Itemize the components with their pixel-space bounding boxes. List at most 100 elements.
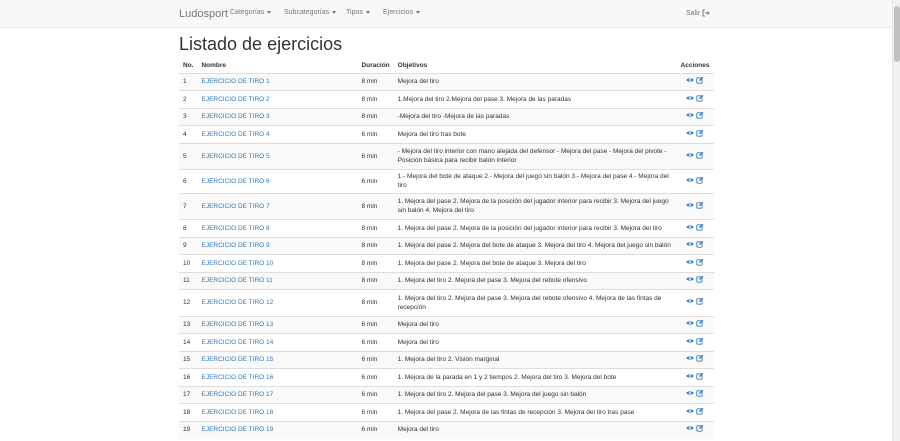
row-duration: 8 min: [357, 90, 394, 108]
row-objectives: 1. Mejora del pase 2. Mejora de la posic…: [393, 192, 676, 220]
exercise-name-link[interactable]: EJERCICIO DE TIRO 14: [201, 339, 273, 346]
view-eye-icon[interactable]: [686, 425, 694, 434]
row-number: 14: [179, 333, 198, 352]
row-actions: [676, 385, 714, 404]
exercise-name-link[interactable]: EJERCICIO DE TIRO 11: [201, 277, 272, 284]
edit-icon[interactable]: [696, 258, 704, 269]
view-eye-icon[interactable]: [686, 130, 694, 139]
view-eye-icon[interactable]: [686, 320, 694, 329]
edit-icon[interactable]: [696, 275, 704, 286]
row-number: 11: [179, 271, 198, 290]
view-eye-icon[interactable]: [686, 112, 694, 121]
row-name-cell: EJERCICIO DE TIRO 6: [197, 169, 358, 194]
row-name-cell: EJERCICIO DE TIRO 13: [197, 315, 358, 334]
view-eye-icon[interactable]: [686, 355, 694, 364]
exercise-name-link[interactable]: EJERCICIO DE TIRO 4: [201, 131, 269, 138]
edit-icon[interactable]: [696, 297, 704, 308]
edit-icon[interactable]: [696, 76, 704, 87]
edit-icon[interactable]: [696, 201, 704, 212]
exercise-name-link[interactable]: EJERCICIO DE TIRO 19: [201, 426, 273, 433]
view-eye-icon[interactable]: [686, 390, 694, 399]
view-eye-icon[interactable]: [686, 276, 694, 285]
header-acciones: Acciones: [676, 59, 714, 74]
exercise-name-link[interactable]: EJERCICIO DE TIRO 10: [201, 260, 273, 267]
row-objectives: 1. Mejora del tiro 2. Visión marginal: [393, 350, 676, 369]
exercise-name-link[interactable]: EJERCICIO DE TIRO 6: [201, 178, 269, 185]
edit-icon[interactable]: [696, 240, 704, 251]
menu-ejercicios[interactable]: Ejercicios: [383, 9, 420, 16]
logout-link[interactable]: Salir: [686, 9, 710, 17]
view-eye-icon[interactable]: [686, 241, 694, 250]
view-eye-icon[interactable]: [686, 259, 694, 268]
exercise-name-link[interactable]: EJERCICIO DE TIRO 2: [201, 96, 269, 103]
edit-icon[interactable]: [696, 111, 704, 122]
row-number: 16: [179, 368, 198, 387]
view-eye-icon[interactable]: [686, 77, 694, 86]
row-actions: [676, 169, 714, 194]
edit-icon[interactable]: [696, 424, 704, 435]
view-eye-icon[interactable]: [686, 373, 694, 382]
edit-icon[interactable]: [696, 176, 704, 187]
exercise-name-link[interactable]: EJERCICIO DE TIRO 16: [201, 374, 273, 381]
exercise-name-link[interactable]: EJERCICIO DE TIRO 18: [201, 409, 273, 416]
row-duration: 6 min: [357, 385, 394, 404]
exercise-name-link[interactable]: EJERCICIO DE TIRO 5: [201, 153, 269, 160]
row-objectives: 1.Mejora del tiro 2.Mejora del pase 3. M…: [393, 90, 676, 108]
view-eye-icon[interactable]: [686, 177, 694, 186]
row-name-cell: EJERCICIO DE TIRO 3: [197, 107, 358, 126]
menu-categorias-label: Categorías: [230, 9, 265, 16]
row-number: 2: [179, 90, 198, 108]
edit-icon[interactable]: [696, 94, 704, 105]
edit-icon[interactable]: [696, 129, 704, 140]
row-number: 7: [179, 192, 198, 220]
edit-icon[interactable]: [696, 372, 704, 383]
edit-icon[interactable]: [696, 354, 704, 365]
view-eye-icon[interactable]: [686, 298, 694, 307]
row-name-cell: EJERCICIO DE TIRO 19: [197, 420, 358, 439]
edit-icon[interactable]: [696, 337, 704, 348]
logout-label: Salir: [686, 9, 701, 17]
view-eye-icon[interactable]: [686, 338, 694, 347]
row-objectives: 1. Mejora del tiro 2. Mejora del pase 3.…: [393, 289, 676, 317]
view-eye-icon[interactable]: [686, 408, 694, 417]
exercise-name-link[interactable]: EJERCICIO DE TIRO 13: [201, 321, 273, 328]
edit-icon[interactable]: [696, 407, 704, 418]
row-actions: [676, 271, 714, 290]
menu-subcategorias[interactable]: Subcategorías: [284, 9, 337, 16]
page-title: Listado de ejercicios: [179, 34, 343, 54]
exercise-name-link[interactable]: EJERCICIO DE TIRO 15: [201, 356, 273, 363]
view-eye-icon[interactable]: [686, 224, 694, 233]
row-number: 1: [179, 72, 198, 91]
exercise-name-link[interactable]: EJERCICIO DE TIRO 7: [201, 203, 269, 210]
menu-tipos[interactable]: Tipos: [346, 9, 370, 16]
view-eye-icon[interactable]: [686, 152, 694, 161]
edit-icon[interactable]: [696, 151, 704, 162]
vertical-scrollbar[interactable]: [892, 0, 900, 441]
row-name-cell: EJERCICIO DE TIRO 10: [197, 254, 358, 273]
edit-icon[interactable]: [696, 223, 704, 234]
exercise-name-link[interactable]: EJERCICIO DE TIRO 9: [201, 242, 269, 249]
brand-logo-link[interactable]: Ludosport: [179, 8, 228, 20]
row-number: 9: [179, 236, 198, 255]
row-objectives: 1. Mejora de la parada en 1 y 2 tiempos …: [393, 368, 676, 387]
edit-icon[interactable]: [696, 319, 704, 330]
view-eye-icon[interactable]: [686, 202, 694, 211]
row-actions: [676, 72, 714, 91]
row-name-cell: EJERCICIO DE TIRO 18: [197, 403, 358, 422]
row-duration: 8 min: [357, 271, 394, 290]
top-navbar: Ludosport Categorías Subcategorías Tipos…: [0, 0, 892, 28]
exercise-name-link[interactable]: EJERCICIO DE TIRO 1: [201, 78, 269, 85]
row-objectives: Mejora del tiro: [393, 420, 676, 439]
scrollbar-thumb[interactable]: [894, 6, 900, 62]
edit-icon[interactable]: [696, 389, 704, 400]
row-duration: 6 min: [357, 368, 394, 387]
exercise-name-link[interactable]: EJERCICIO DE TIRO 17: [201, 391, 273, 398]
exercise-name-link[interactable]: EJERCICIO DE TIRO 12: [201, 299, 273, 306]
table-row: 10 EJERCICIO DE TIRO 10 8 min 1. Mejora del…: [179, 254, 714, 273]
menu-categorias[interactable]: Categorías: [230, 9, 272, 16]
view-eye-icon[interactable]: [686, 95, 694, 104]
exercise-name-link[interactable]: EJERCICIO DE TIRO 3: [201, 113, 269, 120]
header-no: No.: [179, 59, 198, 74]
exercise-name-link[interactable]: EJERCICIO DE TIRO 8: [201, 225, 269, 232]
row-objectives: Mejora del tiro: [393, 315, 676, 334]
